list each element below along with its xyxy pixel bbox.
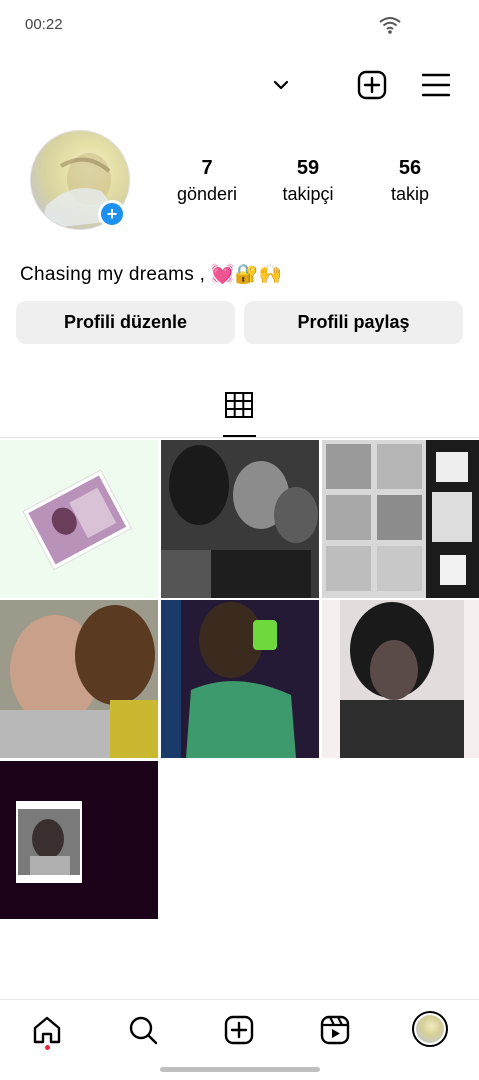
nav-profile[interactable] — [410, 1009, 450, 1049]
new-post-icon — [357, 70, 387, 100]
home-indicator — [160, 1067, 320, 1072]
notification-dot — [45, 1045, 50, 1050]
status-time: 00:22 — [25, 16, 63, 33]
edit-profile-button[interactable]: Profili düzenle — [16, 301, 235, 344]
home-icon — [33, 1016, 61, 1044]
posts-count: 7 — [201, 157, 213, 179]
posts-stat[interactable]: 7 gönderi — [157, 157, 257, 205]
nav-home[interactable] — [27, 1010, 67, 1050]
menu-button[interactable] — [419, 68, 453, 102]
post-thumbnail[interactable] — [0, 440, 158, 598]
post-thumbnail[interactable] — [322, 440, 479, 598]
add-story-button[interactable]: + — [98, 200, 126, 228]
post-thumbnail[interactable] — [161, 600, 319, 758]
reels-icon — [320, 1015, 350, 1045]
following-stat[interactable]: 56 takip — [360, 157, 460, 205]
chevron-down-icon[interactable] — [270, 74, 292, 96]
following-label: takip — [390, 184, 430, 204]
menu-icon — [422, 73, 450, 97]
new-post-button[interactable] — [355, 68, 389, 102]
grid-icon[interactable] — [224, 392, 254, 418]
following-count: 56 — [398, 157, 422, 179]
post-thumbnail[interactable] — [161, 440, 319, 598]
post-thumbnail[interactable] — [322, 600, 479, 758]
nav-search[interactable] — [123, 1010, 163, 1050]
post-thumbnail[interactable] — [0, 600, 158, 758]
nav-create[interactable] — [219, 1010, 259, 1050]
wifi-icon — [379, 17, 401, 34]
search-icon — [129, 1016, 158, 1045]
tab-divider — [0, 437, 479, 438]
create-icon — [224, 1015, 254, 1045]
post-thumbnail[interactable] — [0, 761, 158, 919]
nav-reels[interactable] — [315, 1010, 355, 1050]
followers-count: 59 — [296, 157, 320, 179]
profile-avatar — [412, 1011, 448, 1047]
bottom-nav-divider — [0, 999, 479, 1000]
followers-stat[interactable]: 59 takipçi — [258, 157, 358, 205]
share-profile-button[interactable]: Profili paylaş — [244, 301, 463, 344]
profile-bio: Chasing my dreams , 💓🔐🙌 — [20, 264, 283, 285]
followers-label: takipçi — [282, 184, 334, 204]
posts-label: gönderi — [176, 184, 238, 204]
